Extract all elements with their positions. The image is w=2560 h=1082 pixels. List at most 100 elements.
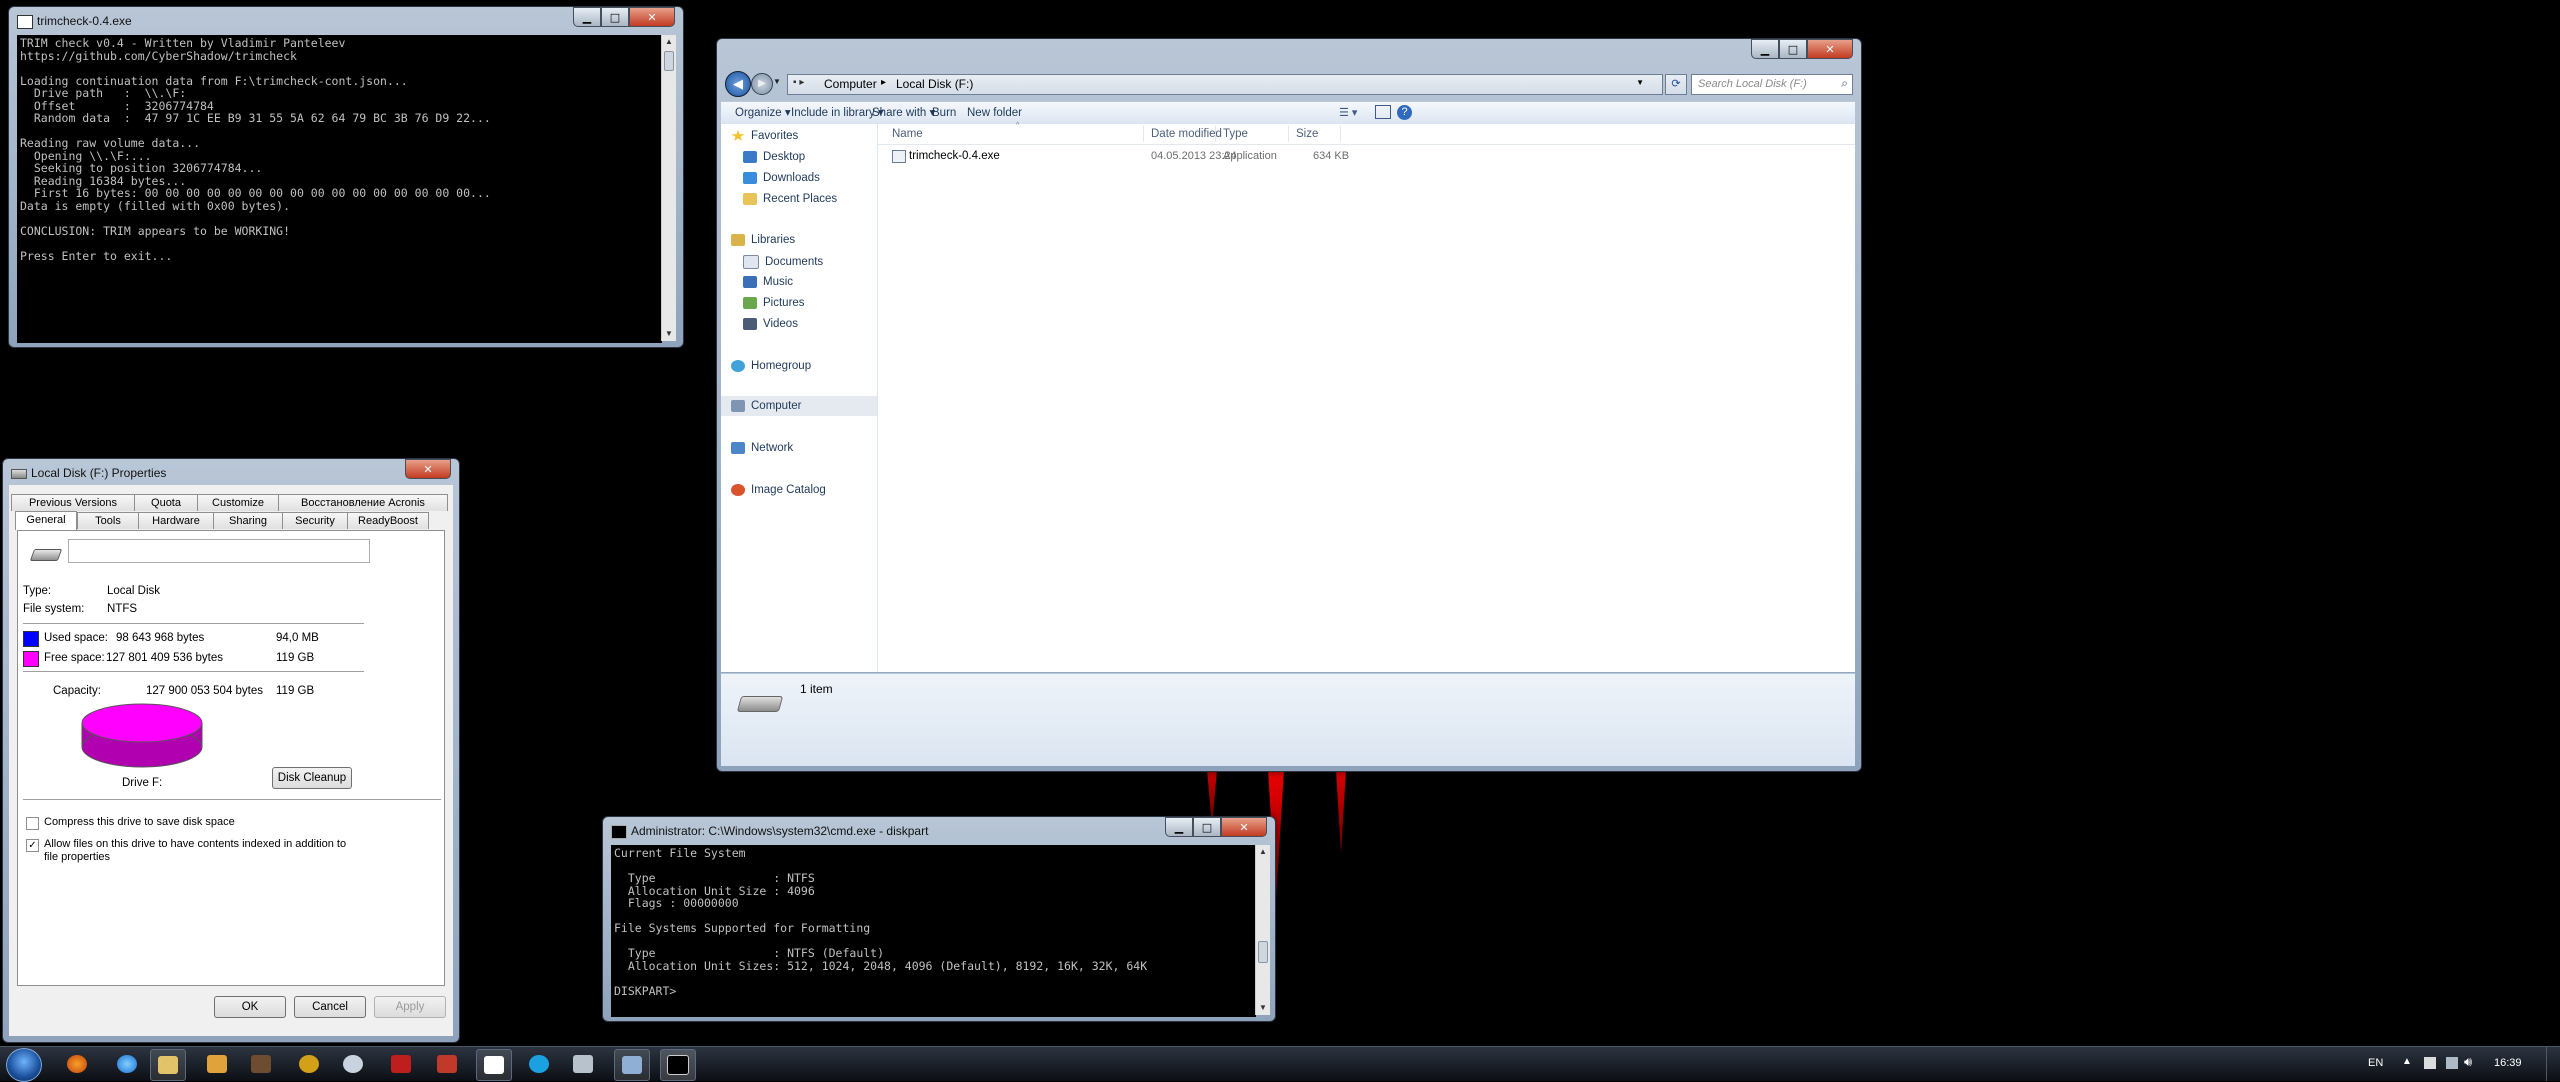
burn-button[interactable]: Burn [932, 102, 956, 124]
nav-favorites[interactable]: Favorites [731, 130, 798, 142]
nav-image-catalog[interactable]: Image Catalog [731, 484, 826, 496]
tab-previous-versions[interactable]: Previous Versions [11, 494, 135, 511]
nav-homegroup[interactable]: Homegroup [731, 360, 811, 372]
index-checkbox[interactable]: ✓ [26, 839, 39, 852]
tab-sharing[interactable]: Sharing [213, 512, 283, 529]
scroll-thumb[interactable] [1258, 941, 1268, 963]
column-divider[interactable] [1288, 126, 1289, 142]
nav-downloads[interactable]: Downloads [743, 172, 820, 184]
nav-pictures[interactable]: Pictures [743, 297, 805, 309]
column-divider[interactable] [1340, 126, 1341, 142]
breadcrumb-local-disk[interactable]: Local Disk (F:) [896, 77, 973, 91]
start-button[interactable] [6, 1048, 42, 1082]
back-button[interactable]: ◀ [725, 71, 751, 97]
show-hidden-icons[interactable]: ▲ [2402, 1056, 2412, 1067]
change-view-icon[interactable]: ☰ ▾ [1339, 106, 1357, 119]
column-date-modified[interactable]: Date modified [1151, 124, 1222, 144]
include-in-library-menu[interactable]: Include in library ▾ [791, 102, 884, 124]
taskbar-app[interactable] [566, 1049, 600, 1079]
minimize-button[interactable]: ▁ [1751, 39, 1779, 59]
tab-quota[interactable]: Quota [134, 494, 198, 511]
trimcheck-window[interactable]: trimcheck-0.4.exe ▁ □ ✕ TRIM check v0.4 … [8, 6, 684, 348]
minimize-button[interactable]: ▁ [573, 7, 601, 27]
taskbar-gmail[interactable] [430, 1049, 464, 1079]
nav-computer[interactable]: Computer [731, 400, 802, 412]
nav-desktop[interactable]: Desktop [743, 151, 805, 163]
close-button[interactable]: ✕ [1807, 39, 1853, 59]
taskbar-skype[interactable] [522, 1049, 556, 1079]
tab-acronis-restore[interactable]: Восстановление Acronis [278, 494, 448, 511]
cancel-button[interactable]: Cancel [294, 996, 366, 1018]
disk-cleanup-button[interactable]: Disk Cleanup [272, 767, 352, 789]
properties-dialog[interactable]: Local Disk (F:) Properties ✕ Previous Ve… [2, 458, 460, 1043]
explorer-window[interactable]: ▁ □ ✕ ◀ ▶ ▼ ▪ ▸ Computer ▸ Local Disk (F… [716, 38, 1862, 772]
close-button[interactable]: ✕ [629, 7, 675, 27]
column-type[interactable]: Type [1223, 124, 1248, 144]
refresh-button[interactable]: ⟳ [1665, 74, 1687, 95]
share-with-menu[interactable]: Share with ▾ [872, 102, 935, 124]
show-desktop-button[interactable] [2546, 1047, 2560, 1081]
column-size[interactable]: Size [1296, 124, 1318, 144]
nav-recent-places[interactable]: Recent Places [743, 193, 837, 205]
apply-button[interactable]: Apply [374, 996, 446, 1018]
action-center-icon[interactable] [2424, 1057, 2436, 1069]
taskbar-app[interactable] [292, 1049, 326, 1079]
maximize-button[interactable]: □ [601, 7, 629, 27]
address-dropdown-icon[interactable]: ▼ [1636, 78, 1644, 87]
taskbar-filezilla[interactable] [384, 1049, 418, 1079]
column-divider[interactable] [1215, 126, 1216, 142]
scroll-down-arrow-icon[interactable]: ▼ [662, 327, 676, 341]
compress-checkbox[interactable] [26, 817, 39, 830]
maximize-button[interactable]: □ [1193, 817, 1221, 837]
ok-button[interactable]: OK [214, 996, 286, 1018]
tab-general[interactable]: General [15, 511, 77, 530]
taskbar-app[interactable] [336, 1049, 370, 1079]
scroll-down-arrow-icon[interactable]: ▼ [1256, 1001, 1270, 1015]
tab-tools[interactable]: Tools [77, 512, 139, 529]
taskbar-explorer[interactable] [150, 1049, 186, 1081]
close-button[interactable]: ✕ [405, 459, 451, 479]
taskbar-console[interactable] [476, 1049, 512, 1081]
taskbar-firefox[interactable] [60, 1049, 94, 1079]
address-bar[interactable]: ▪ ▸ Computer ▸ Local Disk (F:) ▼ [787, 74, 1663, 95]
taskbar-app[interactable] [244, 1049, 278, 1079]
volume-icon[interactable]: 🔊︎ [2464, 1054, 2472, 1070]
language-indicator[interactable]: EN [2368, 1057, 2383, 1069]
table-row[interactable]: trimcheck-0.4.exe 04.05.2013 23:24 Appli… [878, 148, 1349, 166]
organize-menu[interactable]: Organize ▾ [735, 102, 791, 124]
new-folder-button[interactable]: New folder [967, 102, 1022, 124]
scroll-thumb[interactable] [664, 51, 674, 71]
clock[interactable]: 16:39 [2494, 1057, 2522, 1069]
scroll-up-arrow-icon[interactable]: ▲ [662, 35, 676, 49]
maximize-button[interactable]: □ [1779, 39, 1807, 59]
nav-network[interactable]: Network [731, 442, 793, 454]
forward-button[interactable]: ▶ [751, 73, 773, 95]
cmd-window[interactable]: Administrator: C:\Windows\system32\cmd.e… [602, 816, 1276, 1022]
drive-label-input[interactable] [68, 539, 370, 563]
scroll-up-arrow-icon[interactable]: ▲ [1256, 845, 1270, 859]
minimize-button[interactable]: ▁ [1165, 817, 1193, 837]
help-icon[interactable]: ? [1397, 105, 1412, 120]
close-button[interactable]: ✕ [1221, 817, 1267, 837]
taskbar-internet-explorer[interactable] [110, 1049, 144, 1079]
tab-hardware[interactable]: Hardware [138, 512, 214, 529]
nav-music[interactable]: Music [743, 276, 793, 288]
vertical-scrollbar[interactable]: ▲ ▼ [661, 35, 676, 341]
preview-pane-icon[interactable] [1375, 105, 1391, 119]
tab-readyboost[interactable]: ReadyBoost [347, 512, 429, 529]
column-divider[interactable] [1143, 126, 1144, 142]
nav-documents[interactable]: Documents [743, 255, 823, 269]
column-name[interactable]: Name [892, 124, 923, 144]
taskbar-media-player[interactable] [200, 1049, 234, 1079]
network-tray-icon[interactable] [2446, 1057, 2458, 1069]
tab-security[interactable]: Security [282, 512, 348, 529]
taskbar-properties[interactable] [614, 1049, 650, 1081]
search-input[interactable]: Search Local Disk (F:) ⌕ [1691, 74, 1853, 95]
vertical-scrollbar[interactable]: ▲ ▼ [1255, 845, 1270, 1015]
nav-videos[interactable]: Videos [743, 318, 798, 330]
taskbar-cmd[interactable] [660, 1049, 696, 1081]
tab-customize[interactable]: Customize [197, 494, 279, 511]
breadcrumb-computer[interactable]: Computer [824, 77, 877, 91]
recent-pages-dropdown[interactable]: ▼ [773, 77, 781, 86]
nav-libraries[interactable]: Libraries [731, 234, 795, 246]
